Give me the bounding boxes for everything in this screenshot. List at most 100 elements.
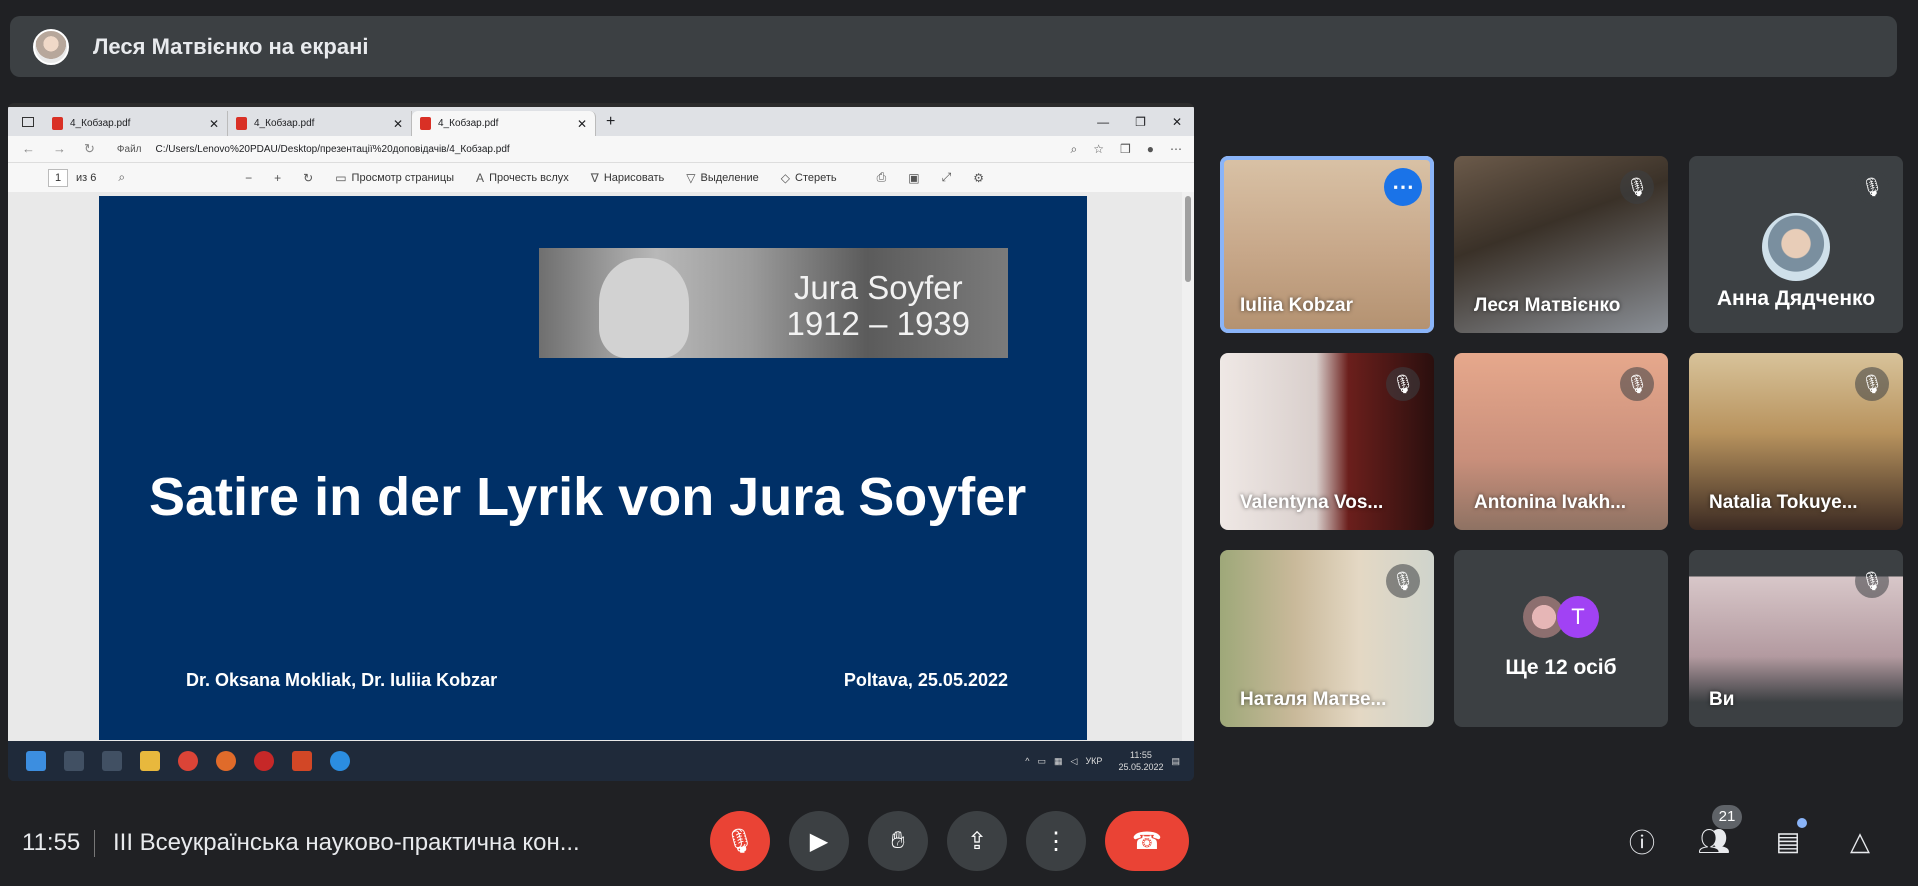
rotate-icon[interactable]: ↻	[303, 171, 313, 185]
mic-off-icon: 🎙︎	[1855, 170, 1889, 204]
close-icon[interactable]: ✕	[209, 117, 219, 131]
participant-avatar	[1762, 213, 1830, 281]
more-options-button[interactable]: ⋮	[1026, 811, 1086, 871]
slide-title: Satire in der Lyrik von Jura Soyfer	[149, 467, 1027, 527]
participant-tile[interactable]: 🎙︎ Анна Дядченко	[1689, 156, 1903, 333]
more-vert-icon: ⋮	[1044, 827, 1068, 855]
search-icon[interactable]: ⌕	[118, 170, 125, 185]
back-icon[interactable]: ←	[22, 141, 35, 157]
participant-name: Ви	[1709, 689, 1735, 710]
pdf-scrollbar[interactable]	[1182, 192, 1194, 741]
mic-off-icon: 🎙︎	[724, 827, 756, 855]
presenter-banner: Леся Матвієнко на екрані	[10, 16, 1897, 77]
participant-tile[interactable]: 🎙︎ Наталя Матве...	[1220, 550, 1434, 727]
close-window-icon[interactable]: ✕	[1172, 115, 1182, 129]
activities-icon[interactable]: △	[1840, 821, 1880, 861]
pdf-icon	[420, 117, 431, 130]
powerpoint-icon[interactable]	[292, 751, 312, 771]
mic-off-icon: 🎙︎	[1620, 367, 1654, 401]
info-icon[interactable]: ⓘ	[1622, 821, 1662, 861]
participant-tile[interactable]: 🎙︎ Леся Матвієнко	[1454, 156, 1668, 333]
end-call-button[interactable]: ☎︎	[1105, 811, 1189, 871]
meeting-time: 11:55	[22, 829, 81, 856]
tray-chevron-icon[interactable]: ^	[1025, 756, 1029, 766]
browser-tabbar: 4_Кобзар.pdf ✕ 4_Кобзар.pdf ✕ 4_Кобзар.p…	[8, 107, 1194, 136]
close-icon[interactable]: ✕	[577, 117, 587, 131]
participant-tile[interactable]: 🎙︎ Natalia Tokuye...	[1689, 353, 1903, 530]
chrome-icon[interactable]	[178, 751, 198, 771]
page-count: из 6	[76, 171, 97, 184]
new-tab-icon[interactable]: +	[606, 113, 615, 131]
file-explorer-icon[interactable]	[140, 751, 160, 771]
chat-notification-dot	[1797, 818, 1807, 828]
participant-tile[interactable]: ⋯ Iuliia Kobzar	[1220, 156, 1434, 333]
save-icon[interactable]: ▣	[908, 171, 919, 185]
participant-name: Леся Матвієнко	[1474, 295, 1621, 316]
minimize-icon[interactable]: —	[1097, 115, 1109, 129]
recorder-icon[interactable]	[254, 751, 274, 771]
participant-tile[interactable]: 🎙︎ Antonina Ivakh...	[1454, 353, 1668, 530]
favorites-icon[interactable]: ☆	[1093, 142, 1104, 157]
restore-icon[interactable]: ❐	[1135, 115, 1146, 129]
participant-tile[interactable]: 🎙︎ Valentyna Vos...	[1220, 353, 1434, 530]
highlight-button[interactable]: ▽ Выделение	[686, 171, 759, 185]
edge-icon[interactable]	[330, 751, 350, 771]
taskbar-date: 25.05.2022	[1118, 762, 1164, 772]
participant-name: Iuliia Kobzar	[1240, 295, 1353, 316]
window-menu-icon[interactable]	[22, 116, 34, 127]
more-icon[interactable]: ⋯	[1170, 142, 1182, 157]
mic-toggle-button[interactable]: 🎙︎	[710, 811, 770, 871]
collections-icon[interactable]: ❒	[1120, 142, 1131, 157]
present-button[interactable]: ⇪	[947, 811, 1007, 871]
start-icon[interactable]	[26, 751, 46, 771]
mic-off-icon: 🎙︎	[1855, 564, 1889, 598]
participant-tile[interactable]: 🎙︎ Ви	[1689, 550, 1903, 727]
chrome-alt-icon[interactable]	[216, 751, 236, 771]
participant-name: Наталя Матве...	[1240, 689, 1387, 710]
view-page-button[interactable]: ▭ Просмотр страницы	[335, 171, 454, 185]
profile-icon[interactable]: ●	[1147, 142, 1154, 157]
presenter-text: Леся Матвієнко на екрані	[93, 33, 369, 59]
presenter-avatar	[33, 28, 69, 65]
keyboard-lang[interactable]: УКР	[1085, 756, 1102, 766]
fullscreen-icon[interactable]: ⤢	[942, 170, 952, 185]
browser-tab[interactable]: 4_Кобзар.pdf ✕	[228, 111, 412, 136]
more-options-icon[interactable]: ⋯	[1384, 168, 1422, 206]
highlight-label: Выделение	[700, 171, 759, 184]
participant-name: Natalia Tokuye...	[1709, 492, 1858, 513]
url-field[interactable]: C:/Users/Lenovo%20PDAU/Desktop/презентац…	[156, 144, 510, 155]
forward-icon[interactable]: →	[53, 141, 66, 157]
address-bar: ← → ↻ Файл C:/Users/Lenovo%20PDAU/Deskto…	[8, 136, 1194, 162]
draw-label: Нарисовать	[603, 171, 665, 184]
notification-icon[interactable]: ▤	[1171, 756, 1180, 767]
zoom-in-icon[interactable]: +	[274, 171, 281, 185]
volume-icon[interactable]: ◁	[1071, 756, 1078, 767]
page-number-input[interactable]: 1	[48, 168, 68, 187]
print-icon[interactable]: ⎙	[877, 170, 887, 185]
taskbar-time: 11:55	[1130, 750, 1152, 760]
camera-icon: ▶	[809, 827, 829, 855]
participant-name: Antonina Ivakh...	[1474, 492, 1627, 513]
camera-toggle-button[interactable]: ▶	[789, 811, 849, 871]
reload-icon[interactable]: ↻	[84, 141, 95, 157]
zoom-icon[interactable]: ⌕	[1070, 142, 1077, 157]
read-aloud-button[interactable]: A Прочесть вслух	[476, 171, 569, 185]
taskbar-clock[interactable]: 11:55 25.05.2022	[1118, 749, 1163, 773]
network-icon[interactable]: ▦	[1054, 756, 1063, 767]
draw-icon: ∇	[590, 170, 599, 185]
settings-icon[interactable]: ⚙	[973, 171, 984, 185]
pdf-icon	[236, 117, 247, 130]
browser-tab[interactable]: 4_Кобзар.pdf ✕	[44, 111, 228, 136]
photo-caption-years: 1912 – 1939	[786, 305, 970, 342]
draw-button[interactable]: ∇ Нарисовать	[591, 171, 664, 185]
zoom-out-icon[interactable]: −	[245, 171, 252, 185]
task-view-icon[interactable]	[102, 751, 122, 771]
erase-button[interactable]: ◇ Стереть	[781, 171, 837, 185]
more-participants-label: Ще 12 осіб	[1505, 656, 1617, 679]
browser-tab-active[interactable]: 4_Кобзар.pdf ✕	[412, 111, 596, 136]
scrollbar-thumb[interactable]	[1185, 196, 1191, 282]
close-icon[interactable]: ✕	[393, 117, 403, 131]
raise-hand-button[interactable]: ✋︎	[868, 811, 928, 871]
search-taskbar-icon[interactable]	[64, 751, 84, 771]
more-participants-tile[interactable]: T Ще 12 осіб	[1454, 550, 1668, 727]
